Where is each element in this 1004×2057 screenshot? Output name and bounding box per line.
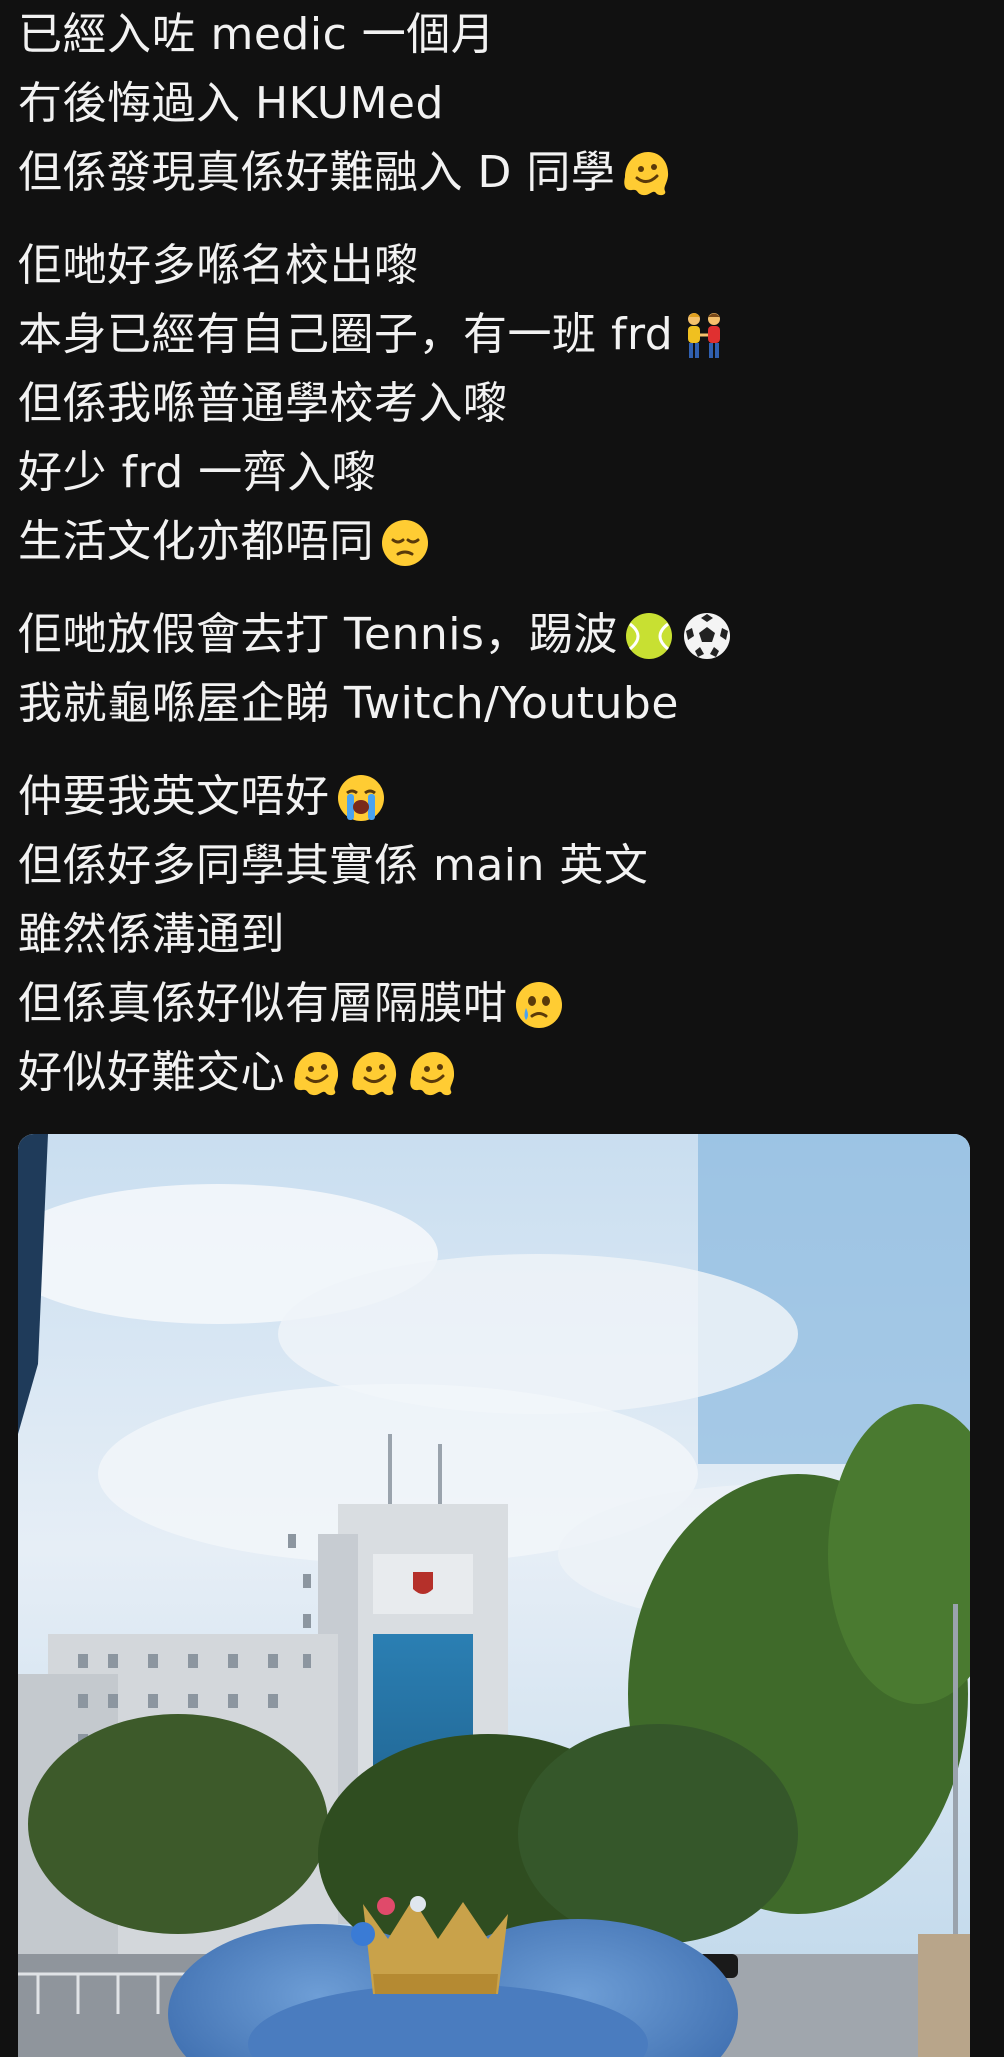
text-line-content: 生活文化亦都唔同 <box>18 516 374 567</box>
post-container: 已經入咗 medic 一個月 冇後悔過入 HKUMed 但係發現真係好難融入 D… <box>0 0 1004 2057</box>
post-photo[interactable] <box>18 1134 970 2057</box>
text-line-content: 好少 frd 一齊入嚟 <box>18 447 377 498</box>
soccer-ball-icon <box>680 609 734 663</box>
text-line: 佢哋放假會去打 Tennis，踢波 <box>18 600 984 669</box>
text-line-content: 佢哋放假會去打 Tennis，踢波 <box>18 609 618 660</box>
melting-face-icon <box>289 1047 343 1101</box>
text-line: 本身已經有自己圈子，有一班 frd <box>18 300 984 369</box>
text-line: 我就龜喺屋企睇 Twitch/Youtube <box>18 669 984 738</box>
text-line-content: 仲要我英文唔好 <box>18 771 330 822</box>
text-line: 佢哋好多喺名校出嚟 <box>18 231 984 300</box>
pensive-face-icon <box>378 516 432 570</box>
text-line: 但係發現真係好難融入 D 同學 <box>18 138 984 207</box>
text-line: 但係好多同學其實係 main 英文 <box>18 831 984 900</box>
melting-face-icon <box>619 147 673 201</box>
photo-illustration <box>18 1134 970 2057</box>
post-text: 已經入咗 medic 一個月 冇後悔過入 HKUMed 但係發現真係好難融入 D… <box>18 0 984 1107</box>
text-line-content: 好似好難交心 <box>18 1047 285 1098</box>
melting-face-icon <box>347 1047 401 1101</box>
paragraph: 佢哋放假會去打 Tennis，踢波 我就龜喺屋企睇 Twitch/Youtube <box>18 600 984 738</box>
loudly-crying-face-icon <box>334 771 388 825</box>
text-line-content: 佢哋好多喺名校出嚟 <box>18 240 419 291</box>
text-line: 生活文化亦都唔同 <box>18 507 984 576</box>
paragraph: 已經入咗 medic 一個月 冇後悔過入 HKUMed 但係發現真係好難融入 D… <box>18 0 984 207</box>
text-line-content: 但係發現真係好難融入 D 同學 <box>18 147 616 198</box>
text-line-content: 但係真係好似有層隔膜咁 <box>18 978 508 1029</box>
text-line: 好似好難交心 <box>18 1038 984 1107</box>
melting-face-icon <box>405 1047 459 1101</box>
text-line: 仲要我英文唔好 <box>18 762 984 831</box>
text-line: 雖然係溝通到 <box>18 900 984 969</box>
face-holding-back-tears-icon <box>512 978 566 1032</box>
text-line-content: 已經入咗 medic 一個月 <box>18 9 496 60</box>
text-line: 好少 frd 一齊入嚟 <box>18 438 984 507</box>
text-line: 但係我喺普通學校考入嚟 <box>18 369 984 438</box>
text-line-content: 但係好多同學其實係 main 英文 <box>18 840 649 891</box>
text-line-content: 雖然係溝通到 <box>18 909 285 960</box>
paragraph: 仲要我英文唔好 但係好多同學其實係 main 英文 雖然係溝通到 但係真係好似有… <box>18 762 984 1107</box>
people-holding-hands-icon <box>677 309 731 363</box>
text-line-content: 我就龜喺屋企睇 Twitch/Youtube <box>18 678 679 729</box>
text-line: 但係真係好似有層隔膜咁 <box>18 969 984 1038</box>
text-line-content: 但係我喺普通學校考入嚟 <box>18 378 508 429</box>
text-line-content: 本身已經有自己圈子，有一班 frd <box>18 309 674 360</box>
paragraph: 佢哋好多喺名校出嚟 本身已經有自己圈子，有一班 frd 但係我喺普通學校考入嚟 … <box>18 231 984 576</box>
text-line: 已經入咗 medic 一個月 <box>18 0 984 69</box>
text-line: 冇後悔過入 HKUMed <box>18 69 984 138</box>
tennis-ball-icon <box>622 609 676 663</box>
text-line-content: 冇後悔過入 HKUMed <box>18 78 444 129</box>
